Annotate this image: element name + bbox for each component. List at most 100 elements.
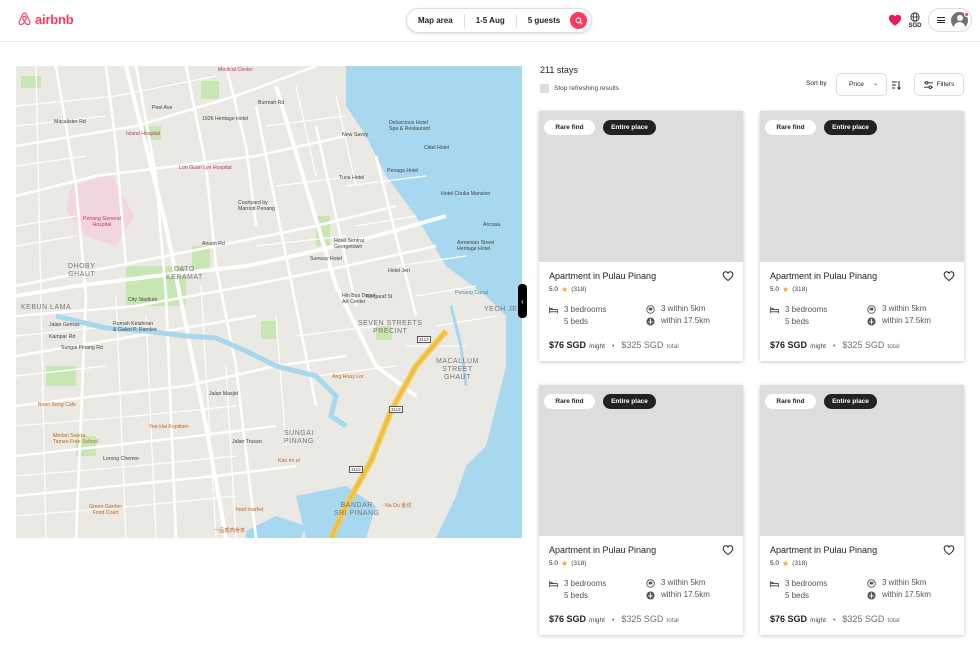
place-label: food market [236,507,264,513]
listing-rating: 5.0 ★ (318) [770,559,807,567]
filter-sliders-icon [923,80,933,89]
place-label: Hotel Jen [388,268,410,274]
review-count: (318) [571,560,587,567]
listing-title[interactable]: Apartment in Pulau Pinang [770,271,877,281]
listing-photo[interactable]: Rare find Entire place [539,111,743,262]
map-canvas[interactable] [16,66,522,538]
chevron-down-icon: ⌄ [872,81,878,87]
bed-icon [770,306,779,314]
nightly-price: $76 SGD [549,614,587,624]
nearby-info-1: 3 within 5km [867,304,926,314]
listing-photo[interactable]: Rare find Entire place [760,111,964,262]
road-label: Jalan Masjid [209,391,238,397]
listing-card[interactable]: Rare find Entire place Apartment in Pula… [760,111,964,361]
place-label: City Stadium [128,297,158,303]
listing-title[interactable]: Apartment in Pulau Pinang [549,545,656,555]
bed-icon [549,580,558,588]
filters-button[interactable]: Filters [914,73,964,96]
save-heart-icon[interactable] [722,270,734,282]
star-icon: ★ [561,558,569,568]
bedrooms-count: 3 bedrooms [564,579,607,588]
transit-icon [867,305,876,314]
place-label: Island Hospital [126,131,161,137]
save-heart-icon[interactable] [722,544,734,556]
nearby-info-1: 3 within 5km [646,578,705,588]
search-dates[interactable]: 1-5 Aug [465,13,517,28]
road-label: Peel Ave [152,105,173,111]
place-label: Boon Seng Cafe [38,402,77,408]
transit-icon [646,305,655,314]
nearby-info-1: 3 within 5km [867,578,926,588]
airbnb-icon [18,12,31,26]
sort-select[interactable]: Price ⌄ [836,73,887,96]
refresh-checkbox[interactable] [540,84,549,93]
place-label: Penang General Hospital [83,216,121,228]
menu-icon [937,17,945,23]
route-shield: 3113 [389,406,403,413]
rating-value: 5.0 [549,286,559,293]
search-guests[interactable]: 5 guests [517,14,566,28]
place-label: Rumah Kelahiran & Galeri P. Ramlee [113,321,157,333]
rooms-info: 3 bedrooms 5 beds [770,578,827,602]
notification-dot [964,12,969,17]
airbnb-logo[interactable]: airbnb [17,11,74,27]
bedrooms-count: 3 bedrooms [785,579,828,588]
search-button[interactable] [570,12,587,29]
nearby-info-2: within 17.5km [867,316,931,326]
star-icon: ★ [561,284,569,294]
place-label: Ancasa [483,222,501,228]
road-label: Penang Canal [455,290,488,296]
save-heart-icon[interactable] [943,544,955,556]
listing-photo[interactable]: Rare find Entire place [760,385,964,536]
currency-label: SGD [908,23,922,29]
airport-distance: within 17.5km [661,316,710,325]
map-view[interactable]: DHOBY GHAUT DATO KERAMAT KEBUN LAMA SEVEN … [16,66,522,538]
user-menu-button[interactable] [928,8,972,32]
nearby-count: 3 within 5km [661,304,706,313]
review-count: (318) [792,286,808,293]
district-label: KEBUN LAMA [21,304,72,311]
stop-refreshing-toggle[interactable]: Stop refreshing results [540,84,619,93]
place-label: 1926 Heritage Hotel [202,116,249,122]
listing-card[interactable]: Rare find Entire place Apartment in Pula… [539,385,743,635]
airport-distance: within 17.5km [882,316,931,325]
chevron-left-icon: ‹ [521,296,524,306]
nearby-count: 3 within 5km [882,578,927,587]
nearby-info-2: within 17.5km [646,316,710,326]
price-row: $76 SGD /night • $325 SGD total [770,340,900,350]
save-heart-icon[interactable] [943,270,955,282]
airport-icon [867,317,876,326]
place-label: Na Du 金坊 [385,503,412,509]
place-label: Kan mi ut [278,458,300,464]
search-location[interactable]: Map area [407,13,465,28]
listing-rating: 5.0 ★ (318) [549,558,587,568]
rooms-info: 3 bedrooms 5 beds [770,304,827,328]
rare-find-badge: Rare find [544,120,595,135]
price-separator: • [611,343,615,350]
listing-photo[interactable]: Rare find Entire place [539,385,743,536]
nightly-price: $76 SGD [549,340,587,350]
entire-place-badge: Entire place [824,394,877,409]
sort-label: Sort by [806,80,827,87]
refresh-label: Stop refreshing results [554,85,620,92]
wishlist-heart-icon[interactable] [888,13,902,27]
sort-order-icon[interactable] [891,80,901,90]
currency-selector[interactable]: SGD [906,12,924,29]
listing-title[interactable]: Apartment in Pulau Pinang [770,545,877,555]
listing-title[interactable]: Apartment in Pulau Pinang [549,271,656,281]
listing-card[interactable]: Rare find Entire place Apartment in Pula… [539,111,743,361]
price-separator: • [611,617,615,624]
district-label: DHOBY GHAUT [68,263,96,279]
listing-card[interactable]: Rare find Entire place Apartment in Pula… [760,385,964,635]
collapse-map-button[interactable]: ‹ [518,284,527,318]
entire-place-badge: Entire place [824,120,877,135]
place-label: Hotel Chulia Mansion [441,191,491,197]
place-label: 一品香肉骨茶 [214,528,246,534]
road-label: Burmah Rd [258,100,285,106]
entire-place-badge: Entire place [603,394,656,409]
search-icon [574,16,583,25]
search-bar[interactable]: Map area 1-5 Aug 5 guests [406,8,592,33]
place-label: Loh Guan Lye Hospital [179,165,232,171]
place-label: Sunway Hotel [310,256,343,262]
bedrooms-count: 3 bedrooms [564,305,607,314]
